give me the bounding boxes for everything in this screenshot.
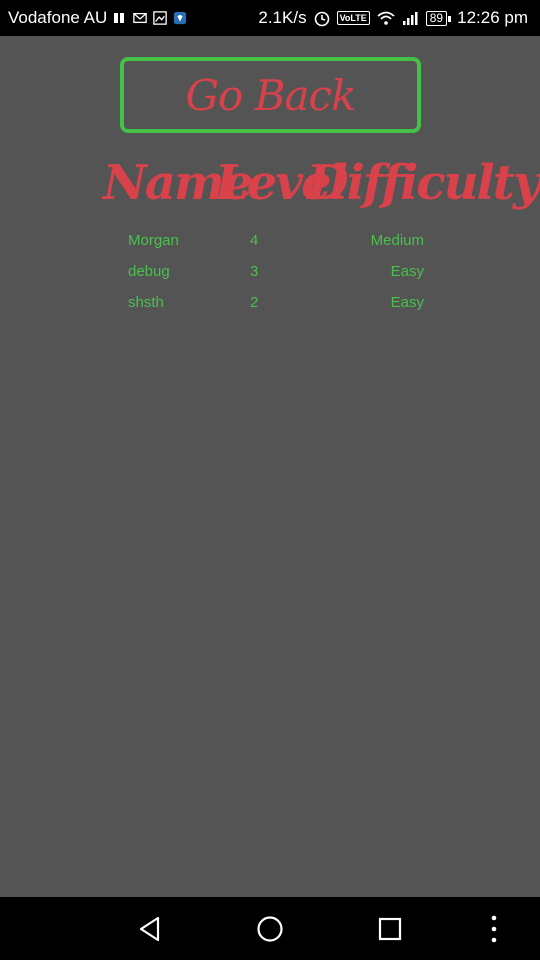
row-name: Morgan xyxy=(128,232,179,249)
wifi-icon xyxy=(376,10,396,26)
alarm-icon xyxy=(313,9,331,27)
row-level: 2 xyxy=(250,294,259,311)
scores-table: Morgan 4 Medium debug 3 Easy shsth 2 Eas… xyxy=(0,229,540,322)
header-difficulty: Difficulty xyxy=(307,155,540,211)
go-back-button[interactable]: Go Back xyxy=(120,57,421,133)
table-row: Morgan 4 Medium xyxy=(0,229,540,260)
status-left: Vodafone AU xyxy=(0,8,187,28)
mail-icon xyxy=(133,11,148,25)
signal-icon xyxy=(402,10,420,26)
nav-recents-icon[interactable] xyxy=(374,913,406,945)
clock: 12:26 pm xyxy=(457,8,528,27)
nav-home-icon[interactable] xyxy=(254,913,286,945)
nav-menu-icon[interactable] xyxy=(478,913,510,945)
row-name: debug xyxy=(128,263,170,280)
row-name: shsth xyxy=(128,294,164,311)
nav-back-icon[interactable] xyxy=(134,913,166,945)
volte-icon: VoLTE xyxy=(336,11,370,25)
photo-icon xyxy=(153,11,168,25)
network-speed: 2.1K/s xyxy=(258,8,307,27)
row-difficulty: Easy xyxy=(390,263,424,280)
carrier-label: Vodafone AU xyxy=(8,8,108,27)
status-right: 2.1K/s VoLTE 89 12:26 pm xyxy=(258,8,540,28)
row-difficulty: Easy xyxy=(390,294,424,311)
sim-icon xyxy=(113,11,127,25)
table-header: Name Level Difficulty xyxy=(0,155,540,225)
row-level: 3 xyxy=(250,263,259,280)
shield-app-icon xyxy=(173,11,187,25)
navigation-bar xyxy=(0,897,540,960)
row-level: 4 xyxy=(250,232,259,249)
table-row: debug 3 Easy xyxy=(0,260,540,291)
battery-icon: 89 xyxy=(425,10,452,26)
row-difficulty: Medium xyxy=(370,232,424,249)
status-bar: Vodafone AU 2.1K/s VoLTE 89 12:26 pm xyxy=(0,0,540,36)
table-row: shsth 2 Easy xyxy=(0,291,540,322)
